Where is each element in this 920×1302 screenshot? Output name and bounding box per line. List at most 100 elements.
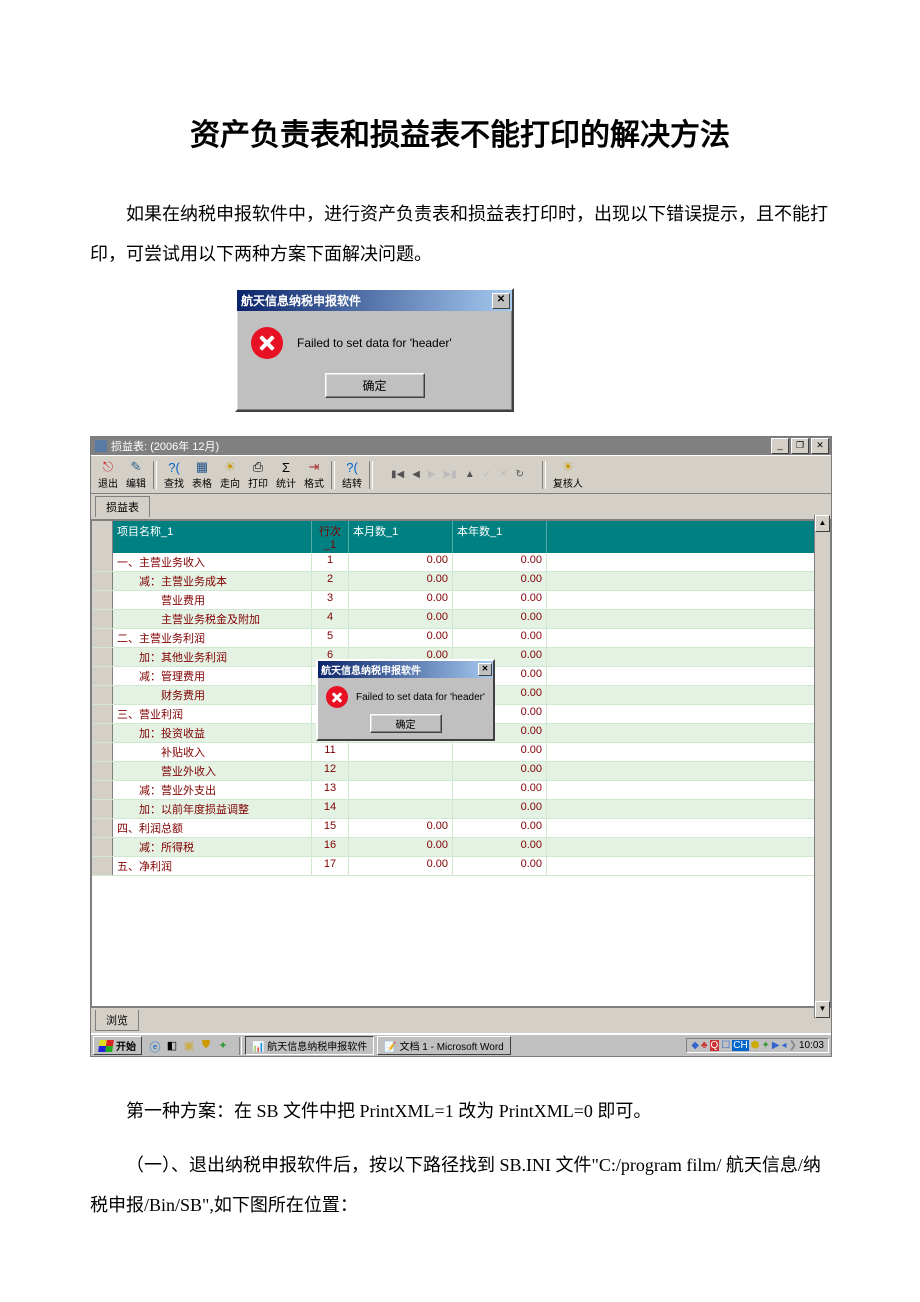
tab-browse[interactable]: 浏览 xyxy=(95,1010,139,1031)
taskbar-app-button[interactable]: 📊 航天信息纳税申报软件 xyxy=(245,1036,374,1055)
cell-year: 0.00 xyxy=(453,800,547,818)
windows-logo-icon xyxy=(98,1040,114,1052)
tray-icon[interactable]: ⬢ xyxy=(751,1040,760,1051)
toolbar-stat[interactable]: Σ统计 xyxy=(273,458,299,491)
table-row[interactable]: 营业费用30.000.00 xyxy=(92,591,830,610)
toolbar-exit[interactable]: ⎋退出 xyxy=(95,458,121,491)
error-icon xyxy=(251,327,283,359)
minimize-button[interactable]: _ xyxy=(771,438,789,454)
cell-year: 0.00 xyxy=(453,857,547,875)
taskbar: 开始 ⓔ ◧ ▣ ⛊ ✦ 📊 航天信息纳税申报软件 📝 文档 1 - Micro… xyxy=(91,1033,831,1056)
table-row[interactable]: 四、利润总额150.000.00 xyxy=(92,819,830,838)
ie-icon[interactable]: ⓔ xyxy=(148,1039,162,1053)
tray-icon[interactable]: ☐ xyxy=(721,1040,730,1051)
scrollbar-vertical[interactable]: ▲ ▼ xyxy=(814,515,830,1018)
toolbar-edit[interactable]: ✎编辑 xyxy=(123,458,149,491)
tray-icon[interactable]: ◂ xyxy=(782,1040,787,1051)
table-row[interactable]: 减：营业外支出130.00 xyxy=(92,781,830,800)
cell-year: 0.00 xyxy=(453,781,547,799)
dialog1-close-icon[interactable]: ✕ xyxy=(492,293,510,309)
nav-prev-icon[interactable]: ◀ xyxy=(412,469,420,480)
col-year[interactable]: 本年数_1 xyxy=(453,521,547,553)
dialog2-message: Failed to set data for 'header' xyxy=(356,692,485,703)
desktop-icon[interactable]: ◧ xyxy=(165,1039,179,1053)
cell-row: 15 xyxy=(312,819,349,837)
dialog1-ok-button[interactable]: 确定 xyxy=(325,373,425,398)
tab-income-statement[interactable]: 损益表 xyxy=(95,496,150,517)
nav-last-icon[interactable]: ▶▮ xyxy=(444,469,457,480)
jump-icon: ?( xyxy=(343,459,361,475)
app-ql-icon[interactable]: ✦ xyxy=(216,1039,230,1053)
cell-name: 减：管理费用 xyxy=(113,667,312,685)
nav-refresh-icon[interactable]: ↻ xyxy=(516,469,524,480)
toolbar-jump[interactable]: ?(结转 xyxy=(339,458,365,491)
tray-icon[interactable]: ▶ xyxy=(772,1040,780,1051)
clock: 10:03 xyxy=(799,1040,824,1051)
nav-del-icon[interactable]: ✕ xyxy=(499,469,507,480)
table-row[interactable]: 主营业务税金及附加40.000.00 xyxy=(92,610,830,629)
toolbar-goto[interactable]: ☀走向 xyxy=(217,458,243,491)
cell-year: 0.00 xyxy=(453,572,547,590)
shield-icon[interactable]: ⛊ xyxy=(199,1039,213,1053)
cell-name: 加：投资收益 xyxy=(113,724,312,742)
cell-year: 0.00 xyxy=(453,762,547,780)
table-row[interactable]: 五、净利润170.000.00 xyxy=(92,857,830,876)
find-icon: ?( xyxy=(165,459,183,475)
cell-name: 四、利润总额 xyxy=(113,819,312,837)
table-row[interactable]: 减：主营业务成本20.000.00 xyxy=(92,572,830,591)
dialog1-titlebar: 航天信息纳税申报软件 ✕ xyxy=(237,290,512,311)
cell-row: 3 xyxy=(312,591,349,609)
cell-row: 11 xyxy=(312,743,349,761)
table-row[interactable]: 补贴收入110.00 xyxy=(92,743,830,762)
col-month[interactable]: 本月数_1 xyxy=(349,521,453,553)
scroll-down-icon[interactable]: ▼ xyxy=(815,1001,830,1018)
nav-up-icon[interactable]: ▲ xyxy=(465,469,475,480)
table-row[interactable]: 一、主营业务收入10.000.00 xyxy=(92,553,830,572)
edit-icon: ✎ xyxy=(127,459,145,475)
cell-name: 加：以前年度损益调整 xyxy=(113,800,312,818)
tray-icon[interactable]: ◆ xyxy=(691,1040,699,1051)
tray-icon[interactable]: Q xyxy=(710,1040,720,1051)
cell-name: 减：所得税 xyxy=(113,838,312,856)
col-name[interactable]: 项目名称_1 xyxy=(113,521,312,553)
cell-name: 主营业务税金及附加 xyxy=(113,610,312,628)
dialog2-close-icon[interactable]: ✕ xyxy=(478,663,492,676)
format-icon: ⇥ xyxy=(305,459,323,475)
table-row[interactable]: 营业外收入120.00 xyxy=(92,762,830,781)
toolbar-grid[interactable]: ▦表格 xyxy=(189,458,215,491)
toolbar-find[interactable]: ?(查找 xyxy=(161,458,187,491)
nav-next-icon[interactable]: ▶ xyxy=(428,469,436,480)
cell-month: 0.00 xyxy=(349,838,453,856)
data-grid: 项目名称_1 行次_1 本月数_1 本年数_1 一、主营业务收入10.000.0… xyxy=(91,520,831,1007)
system-tray[interactable]: ◆ ♣ Q ☐ CH ⬢ ✦ ▶ ◂ ❯ 10:03 xyxy=(686,1038,829,1053)
taskbar-word-button[interactable]: 📝 文档 1 - Microsoft Word xyxy=(377,1036,511,1055)
tray-icon[interactable]: ✦ xyxy=(761,1040,769,1051)
nav-first-icon[interactable]: ▮◀ xyxy=(391,469,404,480)
paragraph-step1: （一）、退出纳税申报软件后，按以下路径找到 SB.INI 文件"C:/progr… xyxy=(90,1145,830,1225)
restore-button[interactable]: ❐ xyxy=(791,438,809,454)
tray-icon[interactable]: CH xyxy=(732,1040,748,1051)
quick-launch[interactable]: ⓔ ◧ ▣ ⛊ ✦ xyxy=(148,1039,230,1053)
folder-icon[interactable]: ▣ xyxy=(182,1039,196,1053)
table-row[interactable]: 减：所得税160.000.00 xyxy=(92,838,830,857)
toolbar-review[interactable]: ☀复核人 xyxy=(550,458,586,491)
error-dialog-1: 航天信息纳税申报软件 ✕ Failed to set data for 'hea… xyxy=(235,288,514,412)
cell-row: 2 xyxy=(312,572,349,590)
tray-icon[interactable]: ♣ xyxy=(701,1040,708,1051)
col-row[interactable]: 行次_1 xyxy=(312,521,349,553)
page-title: 资产负责表和损益表不能打印的解决方法 xyxy=(90,110,830,154)
tray-icon[interactable]: ❯ xyxy=(789,1040,797,1051)
cell-month: 0.00 xyxy=(349,629,453,647)
record-navigator[interactable]: ▮◀ ◀ ▶ ▶▮ ▲ ✓ ✕ ↻ xyxy=(377,469,538,480)
table-row[interactable]: 二、主营业务利润50.000.00 xyxy=(92,629,830,648)
nav-ok-icon[interactable]: ✓ xyxy=(483,469,491,480)
start-button[interactable]: 开始 xyxy=(93,1036,142,1055)
scroll-up-icon[interactable]: ▲ xyxy=(815,515,830,532)
table-row[interactable]: 加：以前年度损益调整140.00 xyxy=(92,800,830,819)
toolbar-format[interactable]: ⇥格式 xyxy=(301,458,327,491)
print-icon: ⎙ xyxy=(249,459,267,475)
close-button[interactable]: ✕ xyxy=(811,438,829,454)
cell-month xyxy=(349,762,453,780)
toolbar-print[interactable]: ⎙打印 xyxy=(245,458,271,491)
dialog2-ok-button[interactable]: 确定 xyxy=(370,714,442,733)
